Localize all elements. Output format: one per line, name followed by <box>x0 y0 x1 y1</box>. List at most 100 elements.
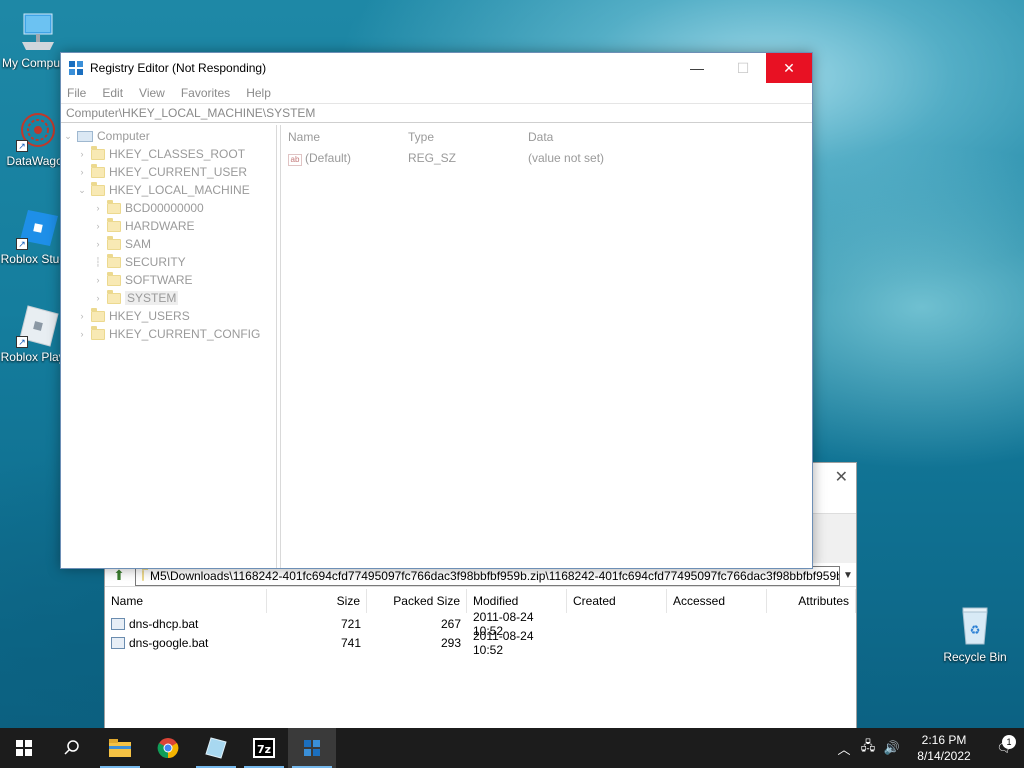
folder-icon <box>91 307 105 322</box>
datawagon-icon: ↗ <box>16 108 60 152</box>
column-header-accessed[interactable]: Accessed <box>667 589 767 613</box>
regedit-icon <box>304 740 320 756</box>
7zip-icon: 7z <box>253 738 275 758</box>
chevron-right-icon[interactable]: › <box>91 203 105 213</box>
batch-file-icon <box>111 617 125 630</box>
regedit-app-icon <box>68 60 84 76</box>
column-header-created[interactable]: Created <box>567 589 667 613</box>
shortcut-arrow-icon: ↗ <box>16 140 28 152</box>
taskbar-chrome[interactable] <box>144 728 192 768</box>
desktop-icon-label: Recycle Bin <box>943 650 1007 664</box>
chevron-down-icon[interactable]: ▼ <box>840 570 856 581</box>
roblox-player-icon: ↗ <box>16 304 60 348</box>
svg-text:♻: ♻ <box>970 623 981 637</box>
chevron-up-icon[interactable]: ︿ <box>832 739 856 758</box>
file-name: dns-google.bat <box>129 635 209 650</box>
search-icon <box>64 740 79 755</box>
tree-item-hardware[interactable]: › HARDWARE <box>61 217 276 235</box>
column-header-size[interactable]: Size <box>267 589 367 613</box>
column-header-name[interactable]: Name <box>288 130 408 144</box>
menu-bar: File Edit View Favorites Help <box>61 83 812 103</box>
tree-item-security[interactable]: ┆ SECURITY <box>61 253 276 271</box>
registry-tree: ⌄ Computer › HKEY_CLASSES_ROOT › HKEY_CU… <box>61 125 277 568</box>
start-button[interactable] <box>0 728 48 768</box>
tree-item-hku[interactable]: › HKEY_USERS <box>61 307 276 325</box>
tree-item-system[interactable]: › SYSTEM <box>61 289 276 307</box>
menu-edit[interactable]: Edit <box>102 86 123 100</box>
volume-icon[interactable]: 🔊 <box>880 740 904 756</box>
taskbar-7zip[interactable]: 7z <box>240 728 288 768</box>
string-value-icon: ab <box>288 153 302 166</box>
windows-logo-icon <box>16 740 32 756</box>
chevron-right-icon[interactable]: › <box>75 329 89 339</box>
notification-button[interactable]: 🗨 1 <box>984 735 1024 755</box>
folder-icon <box>107 289 121 304</box>
window-title: Registry Editor (Not Responding) <box>90 61 267 75</box>
registry-editor-window[interactable]: Registry Editor (Not Responding) — ☐ ✕ F… <box>60 52 813 569</box>
list-item[interactable]: ab (Default) REG_SZ (value not set) <box>281 149 812 167</box>
tree-item-hklm[interactable]: ⌄ HKEY_LOCAL_MACHINE <box>61 181 276 199</box>
tree-item-hkcr[interactable]: › HKEY_CLASSES_ROOT <box>61 145 276 163</box>
roblox-studio-icon <box>205 737 227 759</box>
folder-up-icon[interactable]: ⬆ <box>109 567 129 585</box>
chevron-right-icon[interactable]: › <box>91 293 105 303</box>
tree-item-hkcu[interactable]: › HKEY_CURRENT_USER <box>61 163 276 181</box>
regedit-titlebar[interactable]: Registry Editor (Not Responding) — ☐ ✕ <box>61 53 812 83</box>
column-header-name[interactable]: Name <box>105 589 267 613</box>
chevron-right-icon[interactable]: › <box>91 275 105 285</box>
regedit-panes: ⌄ Computer › HKEY_CLASSES_ROOT › HKEY_CU… <box>61 125 812 568</box>
network-icon[interactable]: 🖧 <box>856 737 880 759</box>
folder-icon <box>91 145 105 160</box>
column-header-type[interactable]: Type <box>408 130 528 144</box>
monitor-icon <box>16 10 60 54</box>
tree-item-hkcc[interactable]: › HKEY_CURRENT_CONFIG <box>61 325 276 343</box>
chevron-right-icon[interactable]: › <box>75 149 89 159</box>
tree-item-bcd[interactable]: › BCD00000000 <box>61 199 276 217</box>
recycle-bin-icon: ♻ <box>953 604 997 648</box>
chevron-right-icon[interactable]: › <box>75 311 89 321</box>
taskbar-file-explorer[interactable] <box>96 728 144 768</box>
taskbar-roblox-studio[interactable] <box>192 728 240 768</box>
system-tray: ︿ 🖧 🔊 2:16 PM 8/14/2022 🗨 1 <box>832 728 1024 768</box>
file-packed-size: 293 <box>440 635 461 650</box>
taskbar: 7z ︿ 🖧 🔊 2:16 PM 8/14/2022 🗨 1 <box>0 728 1024 768</box>
column-header-attributes[interactable]: Attributes <box>767 589 856 613</box>
address-bar[interactable]: Computer\HKEY_LOCAL_MACHINE\SYSTEM <box>61 103 812 123</box>
menu-file[interactable]: File <box>67 86 86 100</box>
file-name: dns-dhcp.bat <box>129 616 199 631</box>
chevron-right-icon[interactable]: › <box>75 167 89 177</box>
folder-icon <box>107 253 121 268</box>
column-header-data[interactable]: Data <box>528 130 553 144</box>
clock-date: 8/14/2022 <box>917 749 971 763</box>
menu-favorites[interactable]: Favorites <box>181 86 230 100</box>
search-button[interactable] <box>48 728 96 768</box>
maximize-button[interactable]: ☐ <box>720 53 766 83</box>
shortcut-arrow-icon: ↗ <box>16 336 28 348</box>
menu-view[interactable]: View <box>139 86 165 100</box>
table-row[interactable]: dns-google.bat 741 293 2011-08-24 10:52 <box>105 629 856 657</box>
clock[interactable]: 2:16 PM 8/14/2022 <box>904 732 984 764</box>
tree-item-sam[interactable]: › SAM <box>61 235 276 253</box>
folder-icon <box>107 235 121 250</box>
chevron-down-icon[interactable]: ⌄ <box>61 131 75 142</box>
minimize-button[interactable]: — <box>674 53 720 83</box>
notification-badge: 1 <box>1002 735 1016 749</box>
computer-icon <box>77 130 93 142</box>
tree-item-software[interactable]: › SOFTWARE <box>61 271 276 289</box>
values-header: Name Type Data <box>281 125 812 149</box>
file-explorer-icon <box>109 739 131 757</box>
chevron-down-icon[interactable]: ⌄ <box>75 185 89 196</box>
taskbar-regedit[interactable] <box>288 728 336 768</box>
folder-icon <box>107 271 121 286</box>
menu-help[interactable]: Help <box>246 86 271 100</box>
roblox-studio-icon: ↗ <box>16 206 60 250</box>
chrome-icon <box>157 738 179 759</box>
chevron-right-icon[interactable]: › <box>91 221 105 231</box>
desktop-icon-recycle-bin[interactable]: ♻ Recycle Bin <box>937 604 1013 664</box>
chevron-right-icon[interactable]: › <box>91 239 105 249</box>
svg-text:7z: 7z <box>257 743 271 756</box>
close-button[interactable]: ✕ <box>766 53 812 83</box>
close-icon[interactable]: ✕ <box>835 467 848 487</box>
tree-item-computer[interactable]: ⌄ Computer <box>61 127 276 145</box>
column-header-packed-size[interactable]: Packed Size <box>367 589 467 613</box>
